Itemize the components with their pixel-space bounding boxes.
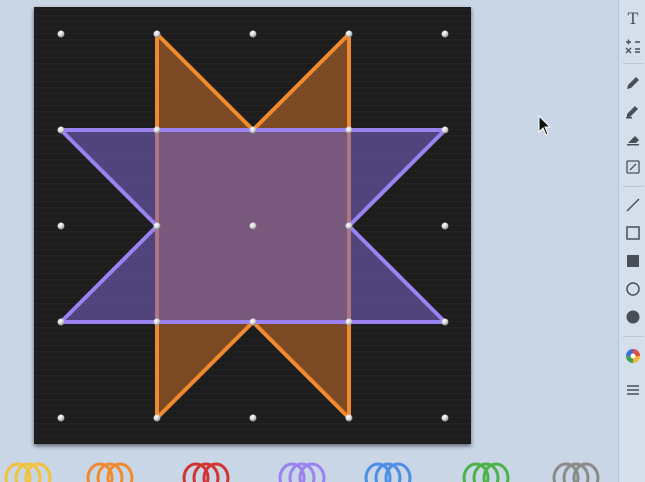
rectangle-filled-icon[interactable] <box>622 250 644 272</box>
peg[interactable] <box>153 414 161 422</box>
peg[interactable] <box>57 318 65 326</box>
peg[interactable] <box>57 222 65 230</box>
workspace[interactable] <box>0 0 618 482</box>
mouse-cursor-icon <box>538 114 552 141</box>
color-palette-icon[interactable] <box>622 345 644 367</box>
peg[interactable] <box>345 126 353 134</box>
peg[interactable] <box>249 414 257 422</box>
peg[interactable] <box>345 30 353 38</box>
peg[interactable] <box>249 222 257 230</box>
rubber-band-5[interactable] <box>360 458 416 482</box>
peg[interactable] <box>441 126 449 134</box>
peg[interactable] <box>441 30 449 38</box>
right-toolbar: T <box>618 0 645 482</box>
peg[interactable] <box>249 30 257 38</box>
geoboard[interactable] <box>34 7 471 444</box>
peg[interactable] <box>57 414 65 422</box>
rubber-band-1[interactable] <box>0 458 56 482</box>
peg[interactable] <box>249 126 257 134</box>
peg[interactable] <box>153 222 161 230</box>
band-tray <box>0 450 618 482</box>
eraser-icon[interactable] <box>622 128 644 150</box>
circle-filled-icon[interactable] <box>622 306 644 328</box>
peg[interactable] <box>345 222 353 230</box>
peg[interactable] <box>441 414 449 422</box>
rubber-band-2[interactable] <box>82 458 138 482</box>
edit-note-icon[interactable] <box>622 156 644 178</box>
pen-icon[interactable] <box>622 72 644 94</box>
rubber-band-7[interactable] <box>548 458 604 482</box>
rectangle-outline-icon[interactable] <box>622 222 644 244</box>
peg[interactable] <box>153 30 161 38</box>
rubber-band-6[interactable] <box>458 458 514 482</box>
peg[interactable] <box>57 126 65 134</box>
line-icon[interactable] <box>622 194 644 216</box>
marker-icon[interactable] <box>622 100 644 122</box>
peg[interactable] <box>57 30 65 38</box>
circle-outline-icon[interactable] <box>622 278 644 300</box>
peg[interactable] <box>441 222 449 230</box>
calculator-icon[interactable] <box>622 35 644 57</box>
rubber-band-4[interactable] <box>274 458 330 482</box>
peg[interactable] <box>153 126 161 134</box>
text-icon[interactable]: T <box>622 7 644 29</box>
peg[interactable] <box>345 414 353 422</box>
peg[interactable] <box>345 318 353 326</box>
peg[interactable] <box>441 318 449 326</box>
menu-icon[interactable] <box>622 379 644 401</box>
peg[interactable] <box>153 318 161 326</box>
rubber-band-3[interactable] <box>178 458 234 482</box>
peg[interactable] <box>249 318 257 326</box>
